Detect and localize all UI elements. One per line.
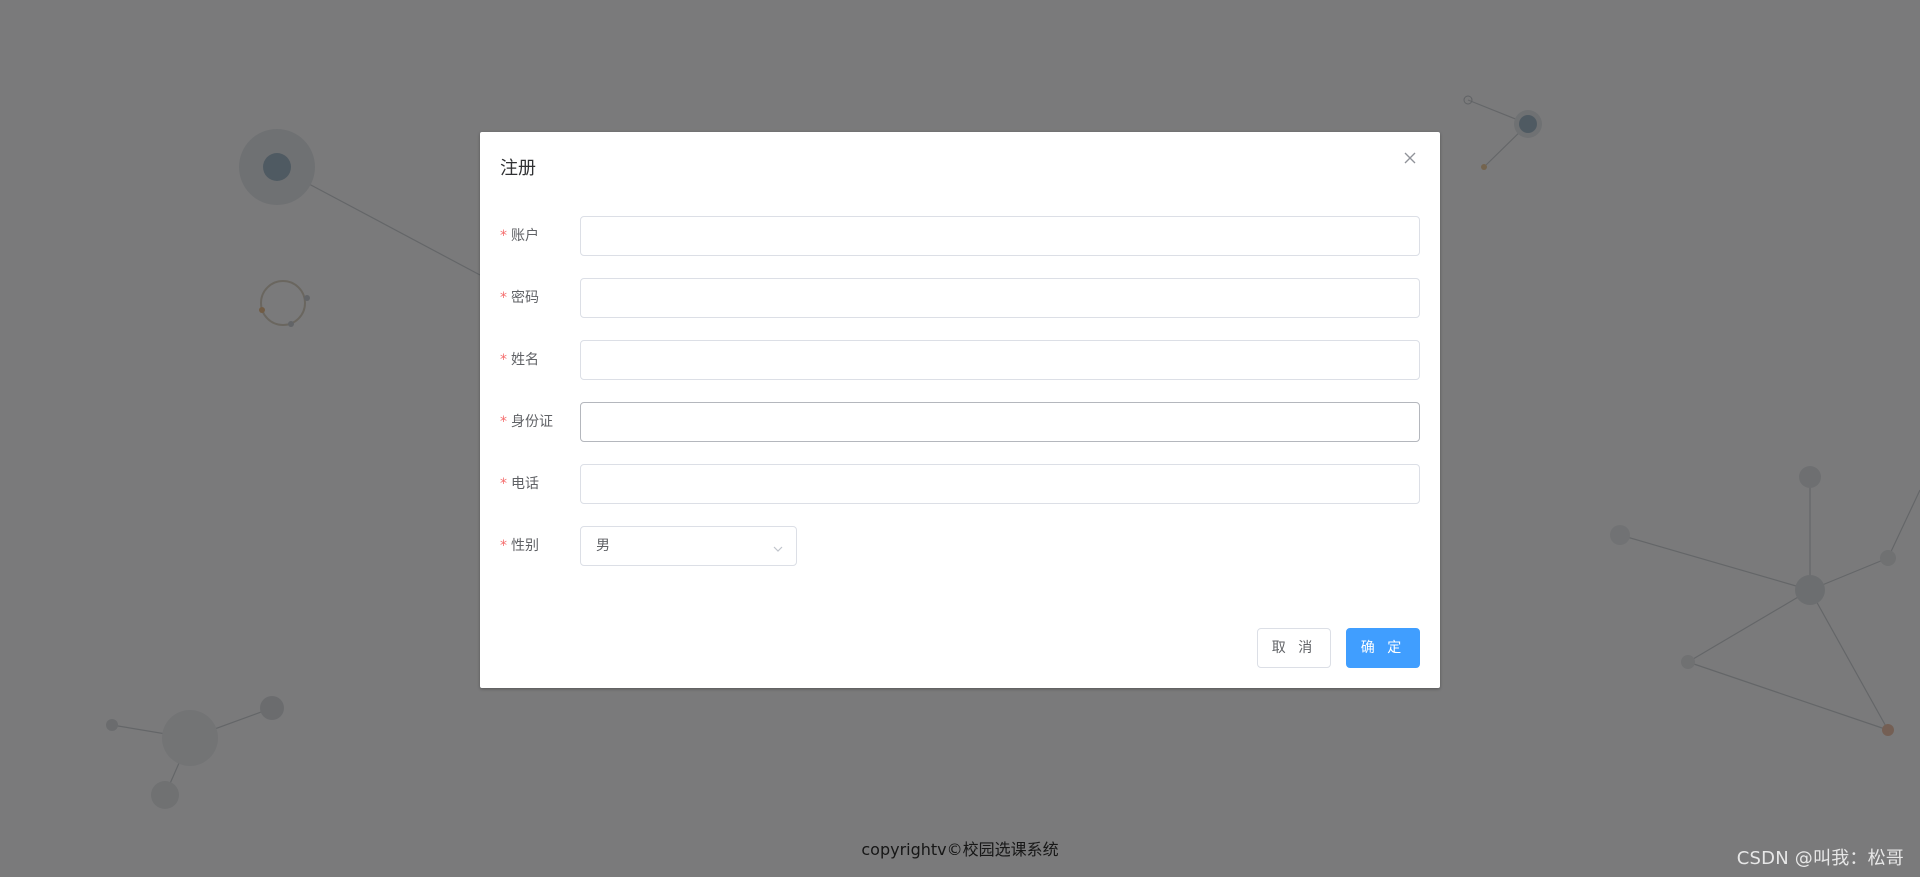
required-asterisk: * bbox=[500, 476, 507, 492]
id-card-label-text: 身份证 bbox=[511, 414, 553, 430]
dialog-title: 注册 bbox=[500, 158, 536, 179]
id-card-label: * 身份证 bbox=[500, 402, 570, 442]
form-row-password: * 密码 bbox=[500, 278, 1420, 318]
form-row-id-card: * 身份证 bbox=[500, 402, 1420, 442]
register-dialog: 注册 * 账户 * 密码 * 姓名 * 身份证 * 电话 * 性别 男 取 消 … bbox=[480, 132, 1440, 688]
form-row-gender: * 性别 男 bbox=[500, 526, 1420, 566]
phone-label: * 电话 bbox=[500, 464, 570, 504]
password-label-text: 密码 bbox=[511, 290, 539, 306]
page-background: copyrightv©校园选课系统 CSDN @叫我：松哥 注册 *账户 *密码… bbox=[0, 0, 1920, 877]
confirm-button[interactable]: 确 定 bbox=[1346, 628, 1420, 668]
form-row-name: * 姓名 bbox=[500, 340, 1420, 380]
phone-label-text: 电话 bbox=[511, 476, 539, 492]
close-icon[interactable] bbox=[1402, 150, 1418, 166]
chevron-down-icon bbox=[772, 540, 784, 552]
account-label: * 账户 bbox=[500, 216, 570, 256]
password-input[interactable] bbox=[580, 278, 1420, 318]
form-row-account: * 账户 bbox=[500, 216, 1420, 256]
gender-select[interactable]: 男 bbox=[580, 526, 797, 566]
account-label-text: 账户 bbox=[511, 228, 539, 244]
password-label: * 密码 bbox=[500, 278, 570, 318]
name-label-text: 姓名 bbox=[511, 352, 539, 368]
required-asterisk: * bbox=[500, 352, 507, 368]
csdn-watermark: CSDN @叫我：松哥 bbox=[1736, 848, 1904, 869]
required-asterisk: * bbox=[500, 538, 507, 554]
required-asterisk: * bbox=[500, 290, 507, 306]
gender-label-text: 性别 bbox=[511, 538, 539, 554]
form-row-phone: * 电话 bbox=[500, 464, 1420, 504]
name-input[interactable] bbox=[580, 340, 1420, 380]
name-label: * 姓名 bbox=[500, 340, 570, 380]
account-input[interactable] bbox=[580, 216, 1420, 256]
phone-input[interactable] bbox=[580, 464, 1420, 504]
gender-select-value: 男 bbox=[596, 538, 610, 554]
gender-label: * 性别 bbox=[500, 526, 570, 566]
id-card-input[interactable] bbox=[580, 402, 1420, 442]
cancel-button[interactable]: 取 消 bbox=[1257, 628, 1331, 668]
required-asterisk: * bbox=[500, 414, 507, 430]
required-asterisk: * bbox=[500, 228, 507, 244]
